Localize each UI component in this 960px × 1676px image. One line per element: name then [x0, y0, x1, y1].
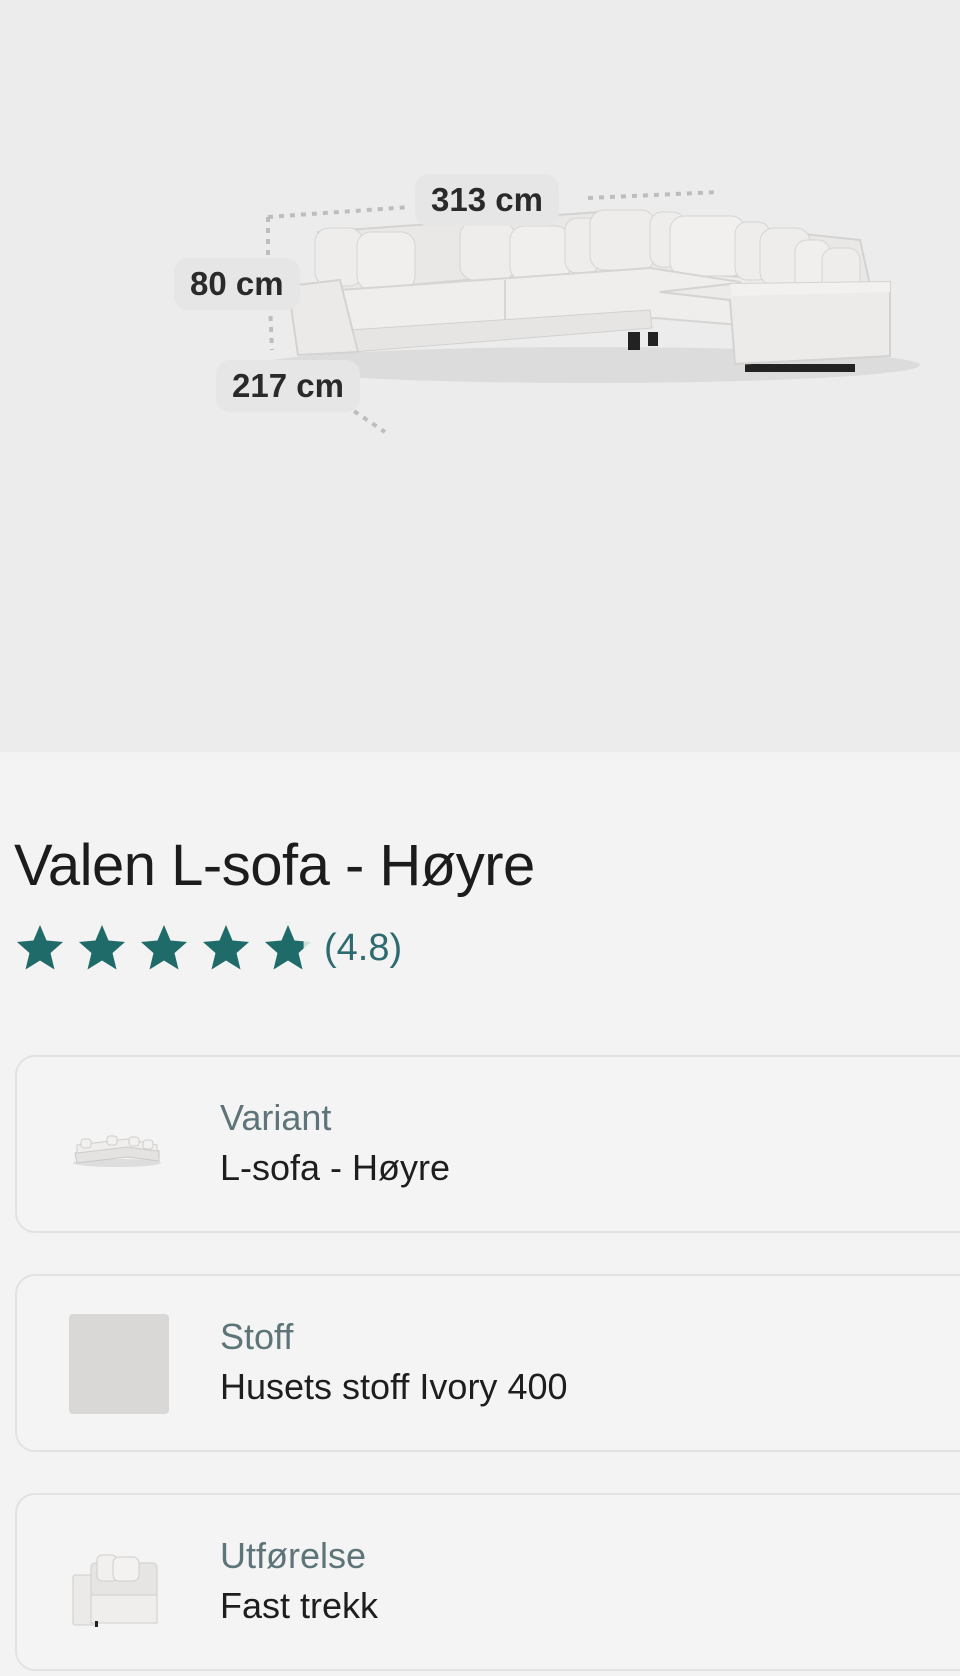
option-card-variant[interactable]: Variant L-sofa - Høyre — [15, 1055, 960, 1233]
option-label: Variant — [220, 1097, 332, 1138]
option-value: Fast trekk — [220, 1585, 379, 1626]
star-icon — [17, 925, 63, 970]
rating-text: (4.8) — [324, 926, 403, 969]
option-label: Stoff — [220, 1316, 294, 1357]
product-image-area[interactable]: 313 cm 80 cm 217 cm — [0, 0, 960, 752]
star-icon — [265, 925, 311, 970]
sofa-variant-icon — [73, 1135, 161, 1167]
product-title: Valen L-sofa - Høyre — [14, 833, 535, 898]
rating[interactable]: (4.8) — [14, 922, 402, 974]
option-value: Husets stoff Ivory 400 — [220, 1366, 568, 1407]
option-card-fabric[interactable]: Stoff Husets stoff Ivory 400 — [15, 1274, 960, 1452]
star-icon — [141, 925, 187, 970]
option-card-finish[interactable]: Utførelse Fast trekk — [15, 1493, 960, 1671]
dimension-width-label: 313 cm — [415, 174, 559, 226]
option-label: Utførelse — [220, 1535, 367, 1576]
star-icon — [79, 925, 125, 970]
star-icon — [203, 925, 249, 970]
fabric-swatch — [69, 1314, 169, 1414]
dimension-depth-label: 217 cm — [216, 360, 360, 412]
sofa-illustration — [260, 190, 920, 434]
dimension-height-label: 80 cm — [174, 258, 300, 310]
sofa-module-icon — [72, 1554, 158, 1627]
rating-stars — [14, 922, 324, 974]
product-info: Valen L-sofa - Høyre (4.8) Variant L-sof… — [0, 752, 960, 1676]
option-value: L-sofa - Høyre — [220, 1147, 451, 1188]
